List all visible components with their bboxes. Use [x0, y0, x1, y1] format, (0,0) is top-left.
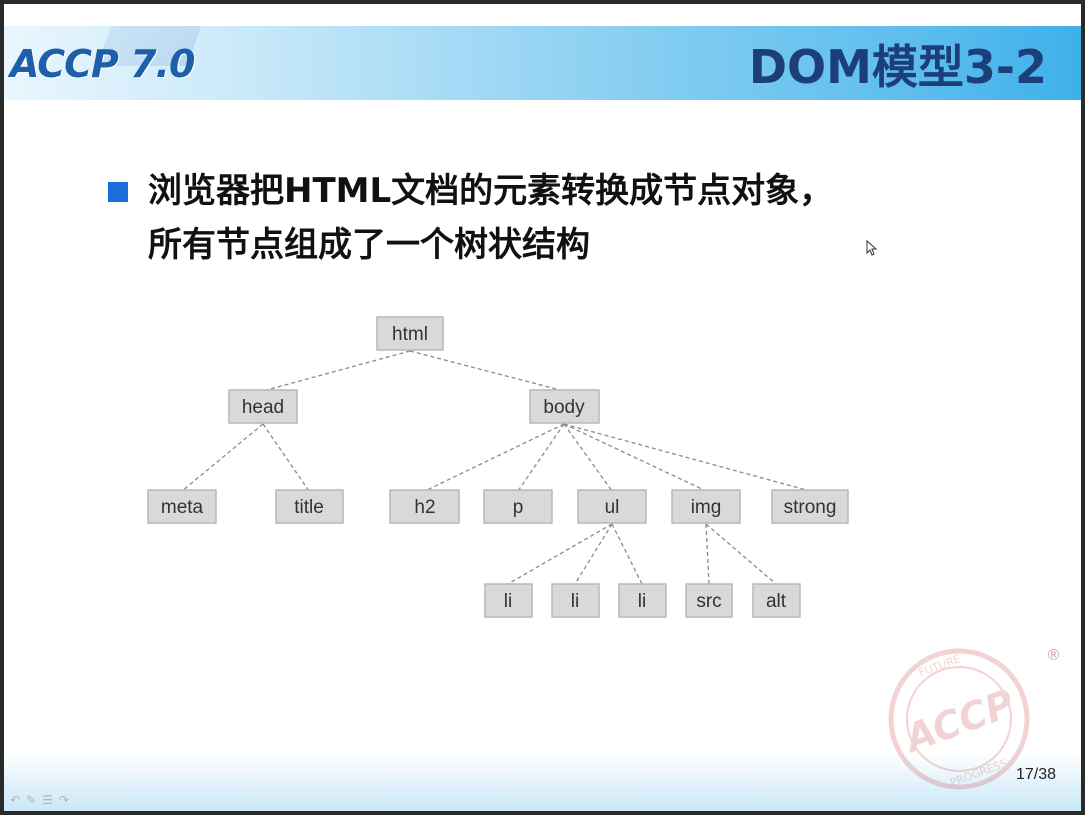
arrow-forward-icon[interactable]: ↷ [59, 793, 69, 807]
mouse-cursor-icon [866, 240, 878, 256]
node-li-2: li [551, 583, 600, 618]
node-h2-label: h2 [414, 497, 435, 518]
node-alt: alt [752, 583, 801, 618]
node-alt-label: alt [766, 591, 787, 612]
node-strong-label: strong [784, 497, 837, 518]
menu-icon[interactable]: ☰ [42, 793, 53, 807]
node-ul-label: ul [605, 497, 620, 518]
node-img: img [671, 489, 741, 524]
edge-ul-li3 [611, 523, 643, 585]
edge-head-meta [181, 423, 264, 492]
registered-mark: ® [1046, 646, 1061, 664]
node-p-label: p [513, 497, 524, 518]
edge-body-strong [563, 423, 811, 492]
node-li-1-label: li [504, 591, 512, 612]
node-body-label: body [543, 397, 585, 418]
node-img-label: img [691, 497, 722, 518]
node-title-label: title [294, 497, 324, 518]
node-p: p [483, 489, 553, 524]
presentation-viewer: ACCP 7.0 DOM模型3-2 浏览器把HTML文档的元素转换成节点对象， … [0, 0, 1085, 815]
slideshow-controls: ↶ ✎ ☰ ↷ [10, 793, 69, 807]
node-ul: ul [577, 489, 647, 524]
node-body: body [529, 389, 600, 424]
edge-body-h2 [424, 423, 565, 492]
page-number: 17/38 [1016, 766, 1057, 783]
node-li-2-label: li [571, 591, 579, 612]
node-meta-label: meta [161, 497, 204, 518]
edge-img-src [705, 523, 710, 585]
node-meta: meta [147, 489, 217, 524]
edge-head-title [262, 423, 310, 492]
edge-img-alt [705, 523, 777, 585]
node-head-label: head [242, 397, 284, 418]
node-li-3-label: li [638, 591, 646, 612]
node-src-label: src [696, 591, 721, 612]
node-html: html [376, 316, 444, 351]
node-html-label: html [392, 324, 428, 345]
node-li-3: li [618, 583, 667, 618]
node-li-1: li [484, 583, 533, 618]
node-src: src [685, 583, 733, 618]
edge-ul-li1 [507, 523, 613, 585]
edge-body-ul [563, 423, 613, 492]
pen-icon[interactable]: ✎ [26, 793, 36, 807]
edge-html-body [409, 350, 565, 392]
node-strong: strong [771, 489, 849, 524]
node-head: head [228, 389, 298, 424]
arrow-back-icon[interactable]: ↶ [10, 793, 20, 807]
node-title: title [275, 489, 344, 524]
slide: ACCP 7.0 DOM模型3-2 浏览器把HTML文档的元素转换成节点对象， … [4, 4, 1081, 811]
edge-html-head [262, 350, 411, 392]
edge-body-img [563, 423, 707, 492]
edge-ul-li2 [574, 523, 613, 585]
edge-body-p [517, 423, 565, 492]
node-h2: h2 [389, 489, 460, 524]
